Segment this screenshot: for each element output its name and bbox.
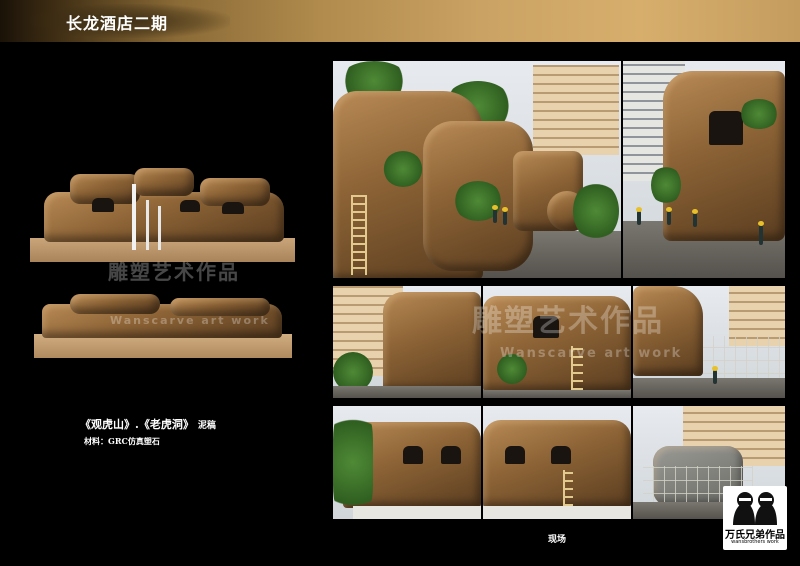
site-photo-7 (483, 406, 631, 519)
site-photo-2 (623, 61, 785, 278)
artwork-title-suffix: 泥稿 (197, 421, 216, 431)
site-caption: 现场 (548, 535, 567, 545)
watermark-site-cn: 雕塑艺术作品 (472, 304, 664, 339)
site-photo-3 (333, 286, 481, 398)
artwork-title: 《观虎山》.《老虎洞》 (80, 418, 194, 431)
clay-model-photo-top (30, 160, 295, 262)
watermark-studio-cn: 雕塑艺术作品 (108, 260, 240, 284)
site-photo-6 (333, 406, 481, 519)
brand-logo: 万氏兄弟作品 wansbrothers work (723, 486, 787, 550)
page-title: 长龙酒店二期 (66, 14, 169, 33)
brand-sub: wansbrothers work (731, 539, 779, 545)
watermark-site-en: Wanscarve art work (500, 346, 683, 361)
site-photo-1 (333, 61, 621, 278)
material-caption: 材料：GRC仿真塑石 (84, 436, 160, 446)
artwork-caption: 《观虎山》.《老虎洞》 泥稿 (80, 416, 216, 432)
watermark-studio-en: Wanscarve art work (110, 314, 270, 327)
brothers-portrait-icon (733, 492, 777, 525)
